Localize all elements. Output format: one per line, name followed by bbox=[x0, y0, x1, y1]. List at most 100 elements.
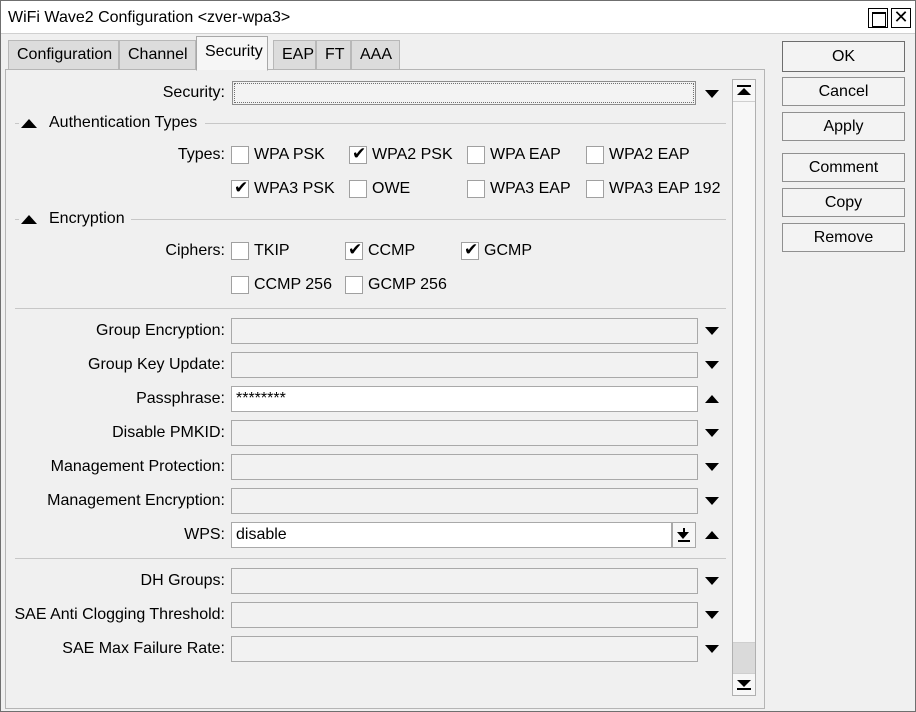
disable-pmkid-label: Disable PMKID: bbox=[112, 424, 225, 441]
checkbox-ccmp-256[interactable] bbox=[231, 276, 249, 294]
maximize-button[interactable] bbox=[868, 8, 888, 28]
dh-groups-dropdown-icon[interactable] bbox=[705, 577, 719, 585]
config-window: WiFi Wave2 Configuration <zver-wpa3> ✕ C… bbox=[0, 0, 916, 712]
management-protection-dropdown-icon[interactable] bbox=[705, 463, 719, 471]
tab-eap[interactable]: EAP bbox=[273, 40, 316, 70]
checkbox-wpa3-psk[interactable]: ✔ bbox=[231, 178, 249, 198]
title-bar: WiFi Wave2 Configuration <zver-wpa3> ✕ bbox=[1, 1, 915, 34]
copy-button[interactable]: Copy bbox=[782, 188, 905, 217]
divider bbox=[205, 123, 726, 124]
checkbox-wpa-eap[interactable] bbox=[467, 146, 485, 164]
types-label: Types: bbox=[177, 146, 225, 163]
label-wpa3-eap-192: WPA3 EAP 192 bbox=[609, 180, 721, 197]
management-encryption-dropdown-icon[interactable] bbox=[705, 497, 719, 505]
wps-label: WPS: bbox=[184, 526, 225, 543]
passphrase-collapse-icon[interactable] bbox=[705, 395, 719, 403]
label-gcmp: GCMP bbox=[484, 242, 532, 259]
wps-select[interactable]: disable bbox=[231, 522, 672, 548]
group-key-update-dropdown-icon[interactable] bbox=[705, 361, 719, 369]
scroll-up-icon bbox=[737, 88, 751, 95]
sae-anti-clogging-dropdown-icon[interactable] bbox=[705, 611, 719, 619]
tab-configuration[interactable]: Configuration bbox=[8, 40, 119, 70]
dh-groups-label: DH Groups: bbox=[140, 572, 225, 589]
check-icon: ✔ bbox=[348, 240, 363, 260]
ok-button[interactable]: OK bbox=[782, 41, 905, 72]
security-dropdown-icon[interactable] bbox=[705, 90, 719, 98]
label-wpa-psk: WPA PSK bbox=[254, 146, 325, 163]
management-protection-field[interactable] bbox=[231, 454, 698, 480]
checkbox-gcmp[interactable]: ✔ bbox=[461, 240, 479, 260]
check-icon: ✔ bbox=[464, 240, 479, 260]
divider bbox=[15, 558, 726, 559]
close-button[interactable]: ✕ bbox=[891, 7, 911, 28]
checkbox-owe[interactable] bbox=[349, 180, 367, 198]
checkbox-wpa2-eap[interactable] bbox=[586, 146, 604, 164]
divider bbox=[131, 219, 726, 220]
sae-max-failure-label: SAE Max Failure Rate: bbox=[62, 640, 225, 657]
check-icon: ✔ bbox=[234, 178, 249, 198]
divider bbox=[15, 123, 19, 124]
checkbox-wpa2-psk[interactable]: ✔ bbox=[349, 144, 367, 164]
group-key-update-field[interactable] bbox=[231, 352, 698, 378]
sae-max-failure-field[interactable] bbox=[231, 636, 698, 662]
checkbox-ccmp[interactable]: ✔ bbox=[345, 240, 363, 260]
auth-types-header: Authentication Types bbox=[49, 114, 198, 131]
dh-groups-field[interactable] bbox=[231, 568, 698, 594]
collapse-encryption-icon[interactable] bbox=[21, 215, 37, 224]
checkbox-tkip[interactable] bbox=[231, 242, 249, 260]
sae-max-failure-dropdown-icon[interactable] bbox=[705, 645, 719, 653]
scrollbar-thumb[interactable] bbox=[733, 102, 755, 643]
scroll-up-button[interactable] bbox=[733, 80, 755, 102]
security-select[interactable] bbox=[232, 81, 696, 105]
wps-dropdown-button[interactable] bbox=[672, 522, 696, 548]
disable-pmkid-field[interactable] bbox=[231, 420, 698, 446]
scrollbar-track[interactable] bbox=[733, 643, 755, 673]
apply-button[interactable]: Apply bbox=[782, 112, 905, 141]
check-icon: ✔ bbox=[352, 144, 367, 164]
bar-icon bbox=[737, 688, 751, 690]
comment-button[interactable]: Comment bbox=[782, 153, 905, 182]
passphrase-label: Passphrase: bbox=[136, 390, 225, 407]
tab-ft[interactable]: FT bbox=[316, 40, 351, 70]
label-owe: OWE bbox=[372, 180, 411, 197]
divider bbox=[15, 219, 19, 220]
ciphers-label: Ciphers: bbox=[165, 242, 225, 259]
checkbox-wpa3-eap-192[interactable] bbox=[586, 180, 604, 198]
management-protection-label: Management Protection: bbox=[50, 458, 225, 475]
tab-channel[interactable]: Channel bbox=[119, 40, 196, 70]
disable-pmkid-dropdown-icon[interactable] bbox=[705, 429, 719, 437]
checkbox-gcmp-256[interactable] bbox=[345, 276, 363, 294]
tab-aaa[interactable]: AAA bbox=[351, 40, 400, 70]
group-key-update-label: Group Key Update: bbox=[88, 356, 225, 373]
tab-security[interactable]: Security bbox=[196, 36, 268, 71]
checkbox-wpa-psk[interactable] bbox=[231, 146, 249, 164]
management-encryption-field[interactable] bbox=[231, 488, 698, 514]
arrow-stem bbox=[683, 528, 685, 533]
label-wpa3-eap: WPA3 EAP bbox=[490, 180, 571, 197]
label-ccmp: CCMP bbox=[368, 242, 416, 259]
divider bbox=[15, 308, 726, 309]
window-title: WiFi Wave2 Configuration <zver-wpa3> bbox=[8, 9, 291, 26]
security-label: Security: bbox=[162, 84, 225, 101]
label-ccmp-256: CCMP 256 bbox=[254, 276, 332, 293]
label-wpa2-eap: WPA2 EAP bbox=[609, 146, 690, 163]
label-wpa2-psk: WPA2 PSK bbox=[372, 146, 453, 163]
underline-bar bbox=[678, 540, 690, 542]
close-icon: ✕ bbox=[893, 7, 909, 28]
label-wpa3-psk: WPA3 PSK bbox=[254, 180, 335, 197]
remove-button[interactable]: Remove bbox=[782, 223, 905, 252]
checkbox-wpa3-eap[interactable] bbox=[467, 180, 485, 198]
cancel-button[interactable]: Cancel bbox=[782, 77, 905, 106]
group-encryption-dropdown-icon[interactable] bbox=[705, 327, 719, 335]
sae-anti-clogging-field[interactable] bbox=[231, 602, 698, 628]
label-gcmp-256: GCMP 256 bbox=[368, 276, 447, 293]
scroll-down-icon bbox=[737, 680, 751, 687]
scroll-down-button[interactable] bbox=[733, 673, 755, 695]
chevron-down-icon bbox=[677, 532, 689, 539]
group-encryption-field[interactable] bbox=[231, 318, 698, 344]
vertical-scrollbar[interactable] bbox=[732, 79, 756, 696]
collapse-auth-types-icon[interactable] bbox=[21, 119, 37, 128]
passphrase-input[interactable]: ******** bbox=[231, 386, 698, 412]
label-wpa-eap: WPA EAP bbox=[490, 146, 561, 163]
wps-collapse-icon[interactable] bbox=[705, 531, 719, 539]
